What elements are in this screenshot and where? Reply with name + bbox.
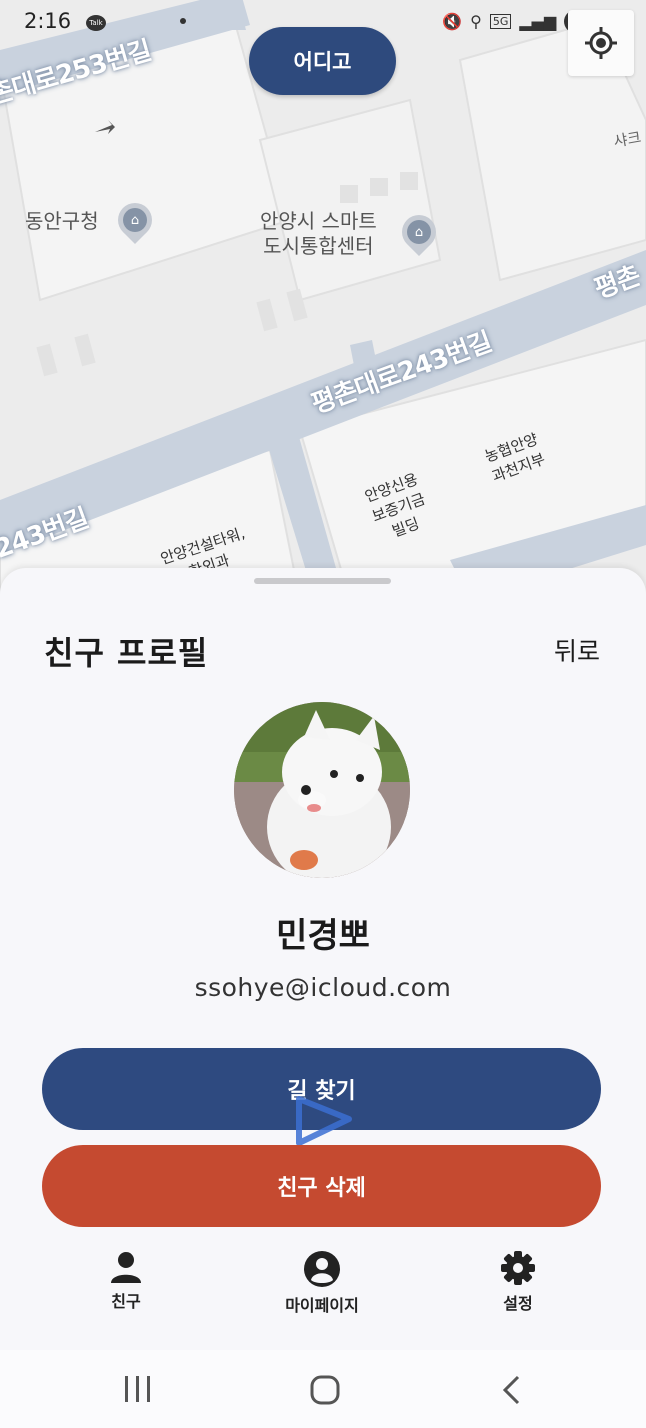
crosshair-icon [585,27,617,59]
recent-apps-icon[interactable] [122,1374,154,1404]
where-button[interactable]: 어디고 [249,27,396,95]
gear-icon [501,1251,535,1285]
back-button[interactable]: 뒤로 [554,632,600,668]
nav-item-settings[interactable]: 설정 [448,1250,588,1314]
signal-icon: ▂▄▆ [519,12,557,31]
nav-item-mypage[interactable]: 마이페이지 [252,1250,392,1316]
home-icon[interactable] [309,1374,341,1406]
mute-icon: 🔇 [442,12,463,31]
system-navigation-bar [0,1350,646,1428]
person-icon [111,1252,141,1283]
dog-photo [234,702,410,878]
poi-smart-city-label: 안양시 스마트 도시통합센터 [260,209,377,258]
my-location-button[interactable] [568,10,634,76]
play-cursor-icon [296,1096,352,1146]
more-notifications-dot [180,18,186,24]
network-label: 5G [489,14,512,29]
friend-name: 민경뽀 [276,916,370,956]
delete-friend-button-label: 친구 삭제 [277,1176,366,1201]
bottom-nav: 친구 마이페이지 설정 [0,1250,646,1334]
back-nav-icon[interactable] [500,1374,524,1406]
nav-label-friends: 친구 [111,1292,141,1311]
delete-friend-button[interactable]: 친구 삭제 [42,1145,601,1227]
location-icon: ⚲ [470,12,482,31]
nav-label-settings: 설정 [503,1294,533,1313]
message-notification-icon: Talk [86,15,106,31]
nav-label-mypage: 마이페이지 [285,1296,359,1315]
status-time: 2:16 [24,9,72,33]
account-circle-icon [304,1251,340,1287]
friend-profile-sheet: 친구 프로필 뒤로 민경뽀 ssohye@icloud.com 길 찾기 친구 … [0,568,646,1350]
poi-dongan-label: 동안구청 [25,209,99,233]
avatar [234,702,410,878]
nav-item-friends[interactable]: 친구 [56,1250,196,1312]
drag-handle[interactable] [254,578,391,584]
sheet-title: 친구 프로필 [44,634,209,672]
friend-email: ssohye@icloud.com [194,973,452,1002]
